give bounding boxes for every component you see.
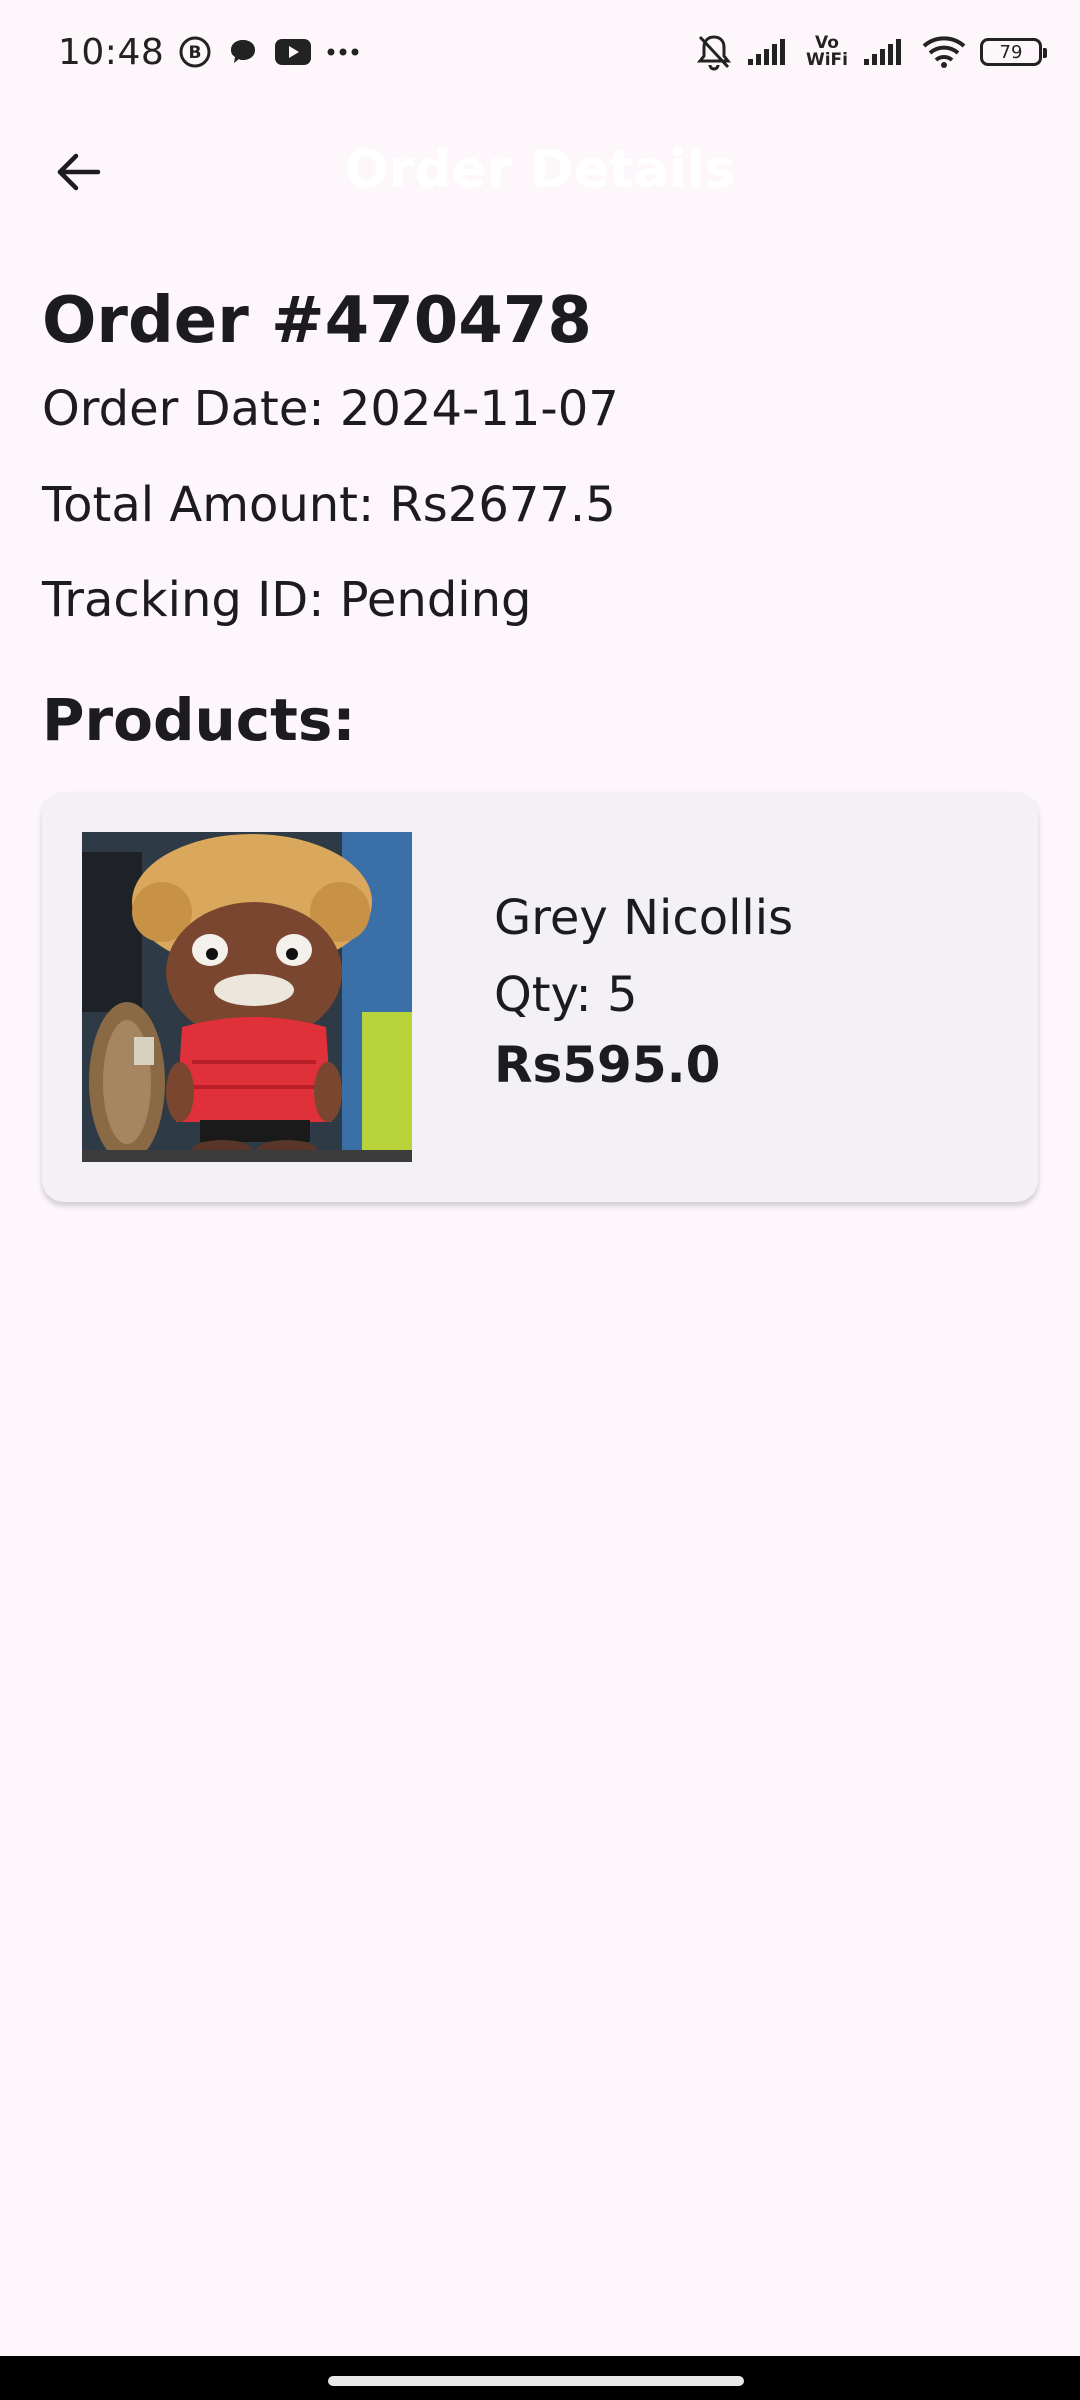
navigation-bar <box>0 2356 1080 2400</box>
order-content: Order #470478 Order Date: 2024-11-07 Tot… <box>42 280 1038 1202</box>
signal-icon <box>746 37 792 67</box>
vowifi-bottom-text: WiFi <box>805 50 848 70</box>
signal-icon <box>862 37 908 67</box>
product-quantity: Qty: 5 <box>494 967 638 1024</box>
wifi-icon <box>922 35 966 69</box>
battery-level: 79 <box>999 41 1023 63</box>
youtube-icon <box>274 37 312 67</box>
order-details-screen: 10:48 B Vo WiFi 79 Order Details Order #… <box>0 0 1080 2400</box>
product-card[interactable]: Grey Nicollis Qty: 5 Rs595.0 <box>42 791 1038 1202</box>
status-bar: 10:48 B Vo WiFi 79 <box>0 0 1080 104</box>
tracking-id: Tracking ID: Pending <box>42 572 532 629</box>
product-info: Grey Nicollis Qty: 5 Rs595.0 <box>494 890 793 1095</box>
product-image <box>82 831 412 1162</box>
page-title: Order Details <box>344 140 736 200</box>
more-dots-icon <box>326 47 360 57</box>
b-circle-icon: B <box>178 35 212 69</box>
vowifi-icon: Vo WiFi <box>806 35 848 69</box>
product-price: Rs595.0 <box>494 1035 721 1094</box>
home-gesture-handle[interactable] <box>328 2376 744 2386</box>
order-date: Order Date: 2024-11-07 <box>42 381 619 438</box>
app-bar: Order Details <box>0 104 1080 236</box>
order-total: Total Amount: Rs2677.5 <box>42 476 616 533</box>
status-time: 10:48 <box>58 31 165 73</box>
bell-off-icon <box>696 33 732 71</box>
status-left: 10:48 B <box>58 32 360 73</box>
order-number: Order #470478 <box>42 284 592 358</box>
svg-text:B: B <box>189 43 202 63</box>
product-name: Grey Nicollis <box>494 889 794 946</box>
products-heading: Products: <box>42 685 356 754</box>
status-right: Vo WiFi 79 <box>696 33 1047 71</box>
chat-bubble-icon <box>226 35 260 69</box>
battery-icon: 79 <box>980 38 1047 66</box>
